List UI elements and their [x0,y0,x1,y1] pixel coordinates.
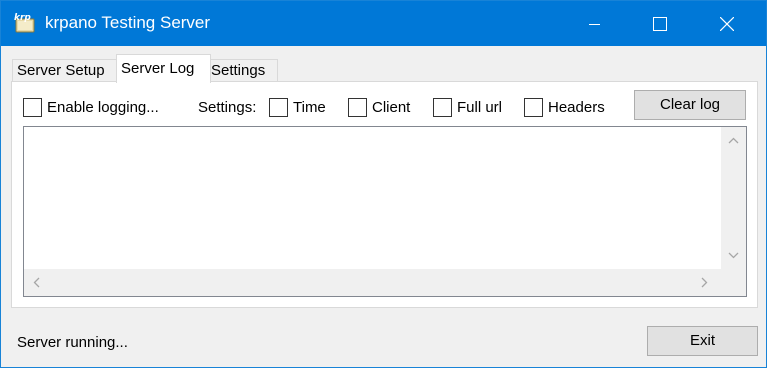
clear-log-button[interactable]: Clear log [634,90,746,120]
scroll-left-arrow-icon[interactable] [33,277,40,288]
scrollbar-corner [721,269,746,296]
vertical-scrollbar[interactable] [721,127,746,269]
enable-logging-label[interactable]: Enable logging... [47,99,159,116]
client-checkbox[interactable] [348,98,367,117]
headers-label[interactable]: Headers [548,99,605,116]
scroll-down-arrow-icon[interactable] [728,252,739,259]
maximize-button[interactable] [637,1,683,46]
tab-server-setup[interactable]: Server Setup [12,59,121,82]
krpano-app-icon: krp [13,11,37,33]
tab-settings[interactable]: Settings [206,59,278,82]
settings-label: Settings: [198,99,257,116]
client-label[interactable]: Client [372,99,410,116]
time-label[interactable]: Time [293,99,326,116]
full-url-label[interactable]: Full url [457,99,502,116]
full-url-checkbox[interactable] [433,98,452,117]
enable-logging-checkbox[interactable] [23,98,42,117]
horizontal-scrollbar[interactable] [24,269,721,296]
headers-checkbox[interactable] [524,98,543,117]
scroll-right-arrow-icon[interactable] [701,277,708,288]
close-button[interactable] [704,1,750,46]
server-log-panel: Enable logging... Settings: Time Client … [11,81,758,308]
title-bar[interactable]: krp krpano Testing Server [1,1,766,46]
scroll-up-arrow-icon[interactable] [728,137,739,144]
app-icon-text: krp [14,13,31,23]
window-title: krpano Testing Server [45,13,211,32]
time-checkbox[interactable] [269,98,288,117]
app-window: krp krpano Testing Server Server Setup S… [0,0,767,368]
tab-server-log[interactable]: Server Log [116,54,211,83]
server-status-text: Server running... [17,334,128,351]
minimize-button[interactable] [572,1,618,46]
close-icon [720,16,734,31]
maximize-icon [653,16,667,31]
minimize-icon [589,18,601,30]
exit-button[interactable]: Exit [647,326,758,356]
log-textarea[interactable] [23,126,747,297]
